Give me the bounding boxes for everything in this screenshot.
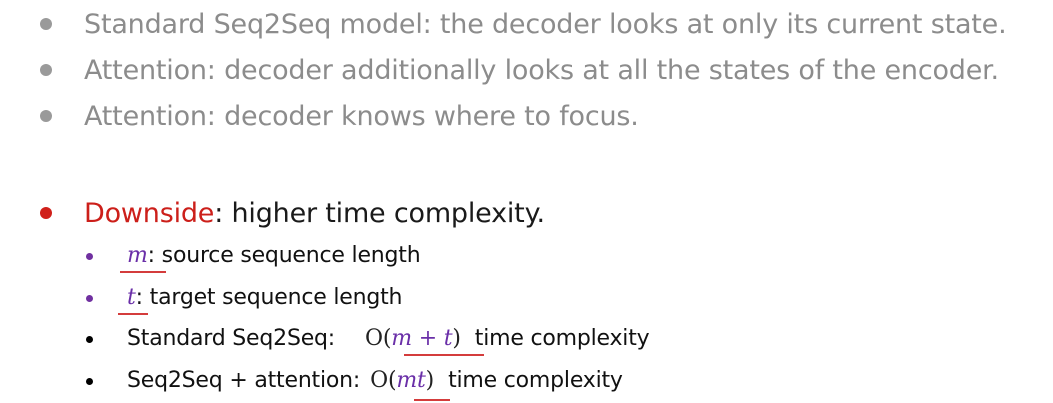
- underline-mark: [414, 399, 450, 401]
- sub-bullet-dot: [86, 336, 93, 343]
- bullet-text: Attention: decoder knows where to focus.: [84, 101, 639, 132]
- paren-open: (: [382, 326, 392, 351]
- bullet-text: Attention: decoder additionally looks at…: [84, 55, 999, 86]
- sub-bullet-text: m: source sequence length: [127, 241, 421, 271]
- math-t: t: [127, 285, 136, 310]
- sub-bullet-text: Seq2Seq + attention: O(mt) time complexity: [127, 366, 623, 396]
- bullet-dot: [40, 110, 52, 122]
- bullet-dot: [40, 64, 52, 76]
- big-o: O: [365, 326, 383, 351]
- sub-bullet-dot: [86, 253, 93, 260]
- sub-bullet-label: : target sequence length: [135, 285, 403, 310]
- bullet-dot: [40, 18, 52, 30]
- underline-mark: [118, 313, 148, 315]
- bullet-text: Standard Seq2Seq model: the decoder look…: [84, 9, 1007, 40]
- complexity-arg: m + t: [391, 326, 453, 351]
- big-o: O: [370, 368, 388, 393]
- underline-mark: [404, 354, 484, 356]
- sub-bullet-dot: [86, 295, 93, 302]
- complexity-suffix: time complexity: [474, 326, 650, 351]
- downside-rest: : higher time complexity.: [214, 198, 545, 229]
- paren-close: ): [425, 368, 435, 393]
- complexity-suffix: time complexity: [448, 368, 623, 393]
- math-m: m: [127, 243, 148, 268]
- sub-bullet-text: Standard Seq2Seq: O(m + t) time complexity: [127, 324, 650, 354]
- complexity-label: Standard Seq2Seq:: [127, 326, 336, 351]
- underline-mark: [120, 271, 166, 273]
- slide: Standard Seq2Seq model: the decoder look…: [0, 0, 1053, 403]
- bullet-dot: [40, 207, 52, 219]
- paren-close: ): [452, 326, 461, 351]
- sub-bullet-dot: [86, 378, 93, 385]
- sub-bullet-label: : source sequence length: [147, 243, 421, 268]
- downside-text: Downside: higher time complexity.: [84, 197, 545, 231]
- downside-highlight: Downside: [84, 198, 215, 229]
- sub-bullet-text: t: target sequence length: [127, 283, 402, 313]
- complexity-arg: mt: [396, 368, 426, 393]
- complexity-label: Seq2Seq + attention:: [127, 368, 361, 393]
